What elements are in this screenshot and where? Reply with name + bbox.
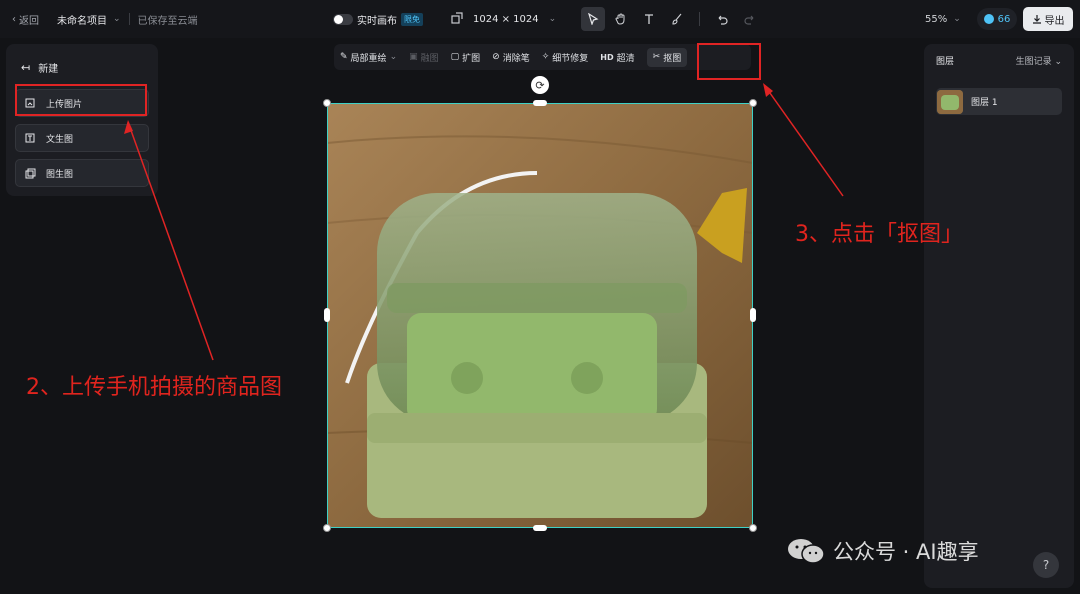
annotation-step-3: 3、点击「抠图」 xyxy=(795,222,963,247)
wechat-icon xyxy=(788,539,825,564)
watermark-text: 公众号 · AI趣享 xyxy=(833,540,979,564)
watermark: 公众号 · AI趣享 xyxy=(787,536,979,566)
help-button[interactable]: ? xyxy=(1033,552,1059,578)
annotation-arrows xyxy=(124,83,844,361)
annotation-step-2: 2、上传手机拍摄的商品图 xyxy=(26,375,282,400)
help-label: ? xyxy=(1042,558,1050,572)
